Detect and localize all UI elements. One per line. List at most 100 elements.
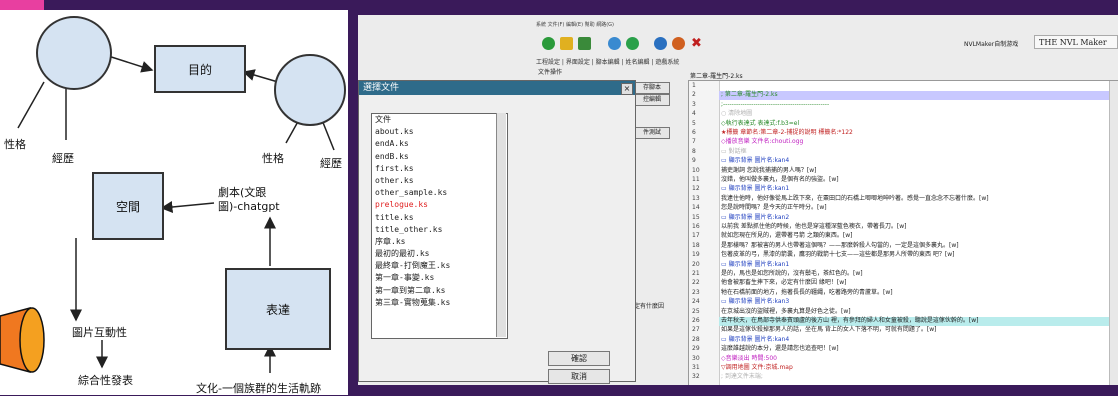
script-line[interactable]: ★標籤 章節名:第二章-2-捕捉的說明 標籤名:*122 [721, 128, 853, 137]
script-line[interactable]: ▭ 顯示背景 圖片名:kan1 [721, 260, 789, 269]
close-icon[interactable]: × [621, 83, 633, 95]
line-number: 14 [692, 204, 700, 212]
file-item[interactable]: other_sample.ks [372, 187, 507, 199]
line-number: 8 [692, 147, 696, 155]
file-test-button[interactable]: 件測試 [634, 127, 670, 139]
compile-icon[interactable] [608, 37, 621, 50]
line-number: 12 [692, 185, 700, 193]
script-line[interactable]: 我逮住他時，他好像從馬上跌下來，在粟田口的石橋上唧唧地呻吟著。感覺一直念念不忘著… [721, 194, 989, 203]
script-line[interactable]: 是的，馬也是如您所說的，沒有鬃毛，茶紅色的。[w] [721, 269, 863, 278]
file-item[interactable]: other.ks [372, 175, 507, 187]
run-icon[interactable] [626, 37, 639, 50]
file-item[interactable]: 第一章-事變.ks [372, 272, 507, 284]
script-line[interactable]: 在京城出沒的盜賊裡，多襄丸算是好色之徒。[w] [721, 307, 851, 316]
concept-diagram: 目的 空間 表達 性格 經歷 性格 經歷 劇本(文跟 圖)-chatgpt 圖片… [0, 10, 348, 395]
arrow-script-to-space [160, 201, 215, 213]
play-icon[interactable] [542, 37, 555, 50]
save-script-button[interactable]: 存腳本 [634, 82, 670, 94]
file-item[interactable]: 最終章-打倒魔王.ks [372, 260, 507, 272]
script-line[interactable]: 如果是這傢伙殺掉那男人的話，坐在馬 背上的女人下落不明，可就有問題了。[w] [721, 325, 937, 334]
pink-tab-marker [0, 0, 44, 10]
line-number: 5 [692, 119, 696, 127]
cancel-button[interactable]: 取消 [548, 369, 610, 384]
file-item[interactable]: about.ks [372, 126, 507, 138]
line-number: 4 [692, 110, 696, 118]
script-line[interactable]: 以前我 差點抓住他的時候，他也是穿這種深藍色襖衣，帶著長刀。[w] [721, 222, 907, 231]
line-number: 21 [692, 270, 700, 277]
script-line[interactable]: ▽調用地圖 文件:京城.map [721, 363, 793, 372]
line-number: 13 [692, 194, 700, 202]
line-number: 17 [692, 232, 700, 240]
node-space: 空間 [92, 172, 164, 240]
orange-cylinder-shape [0, 307, 45, 373]
file-item[interactable]: title.ks [372, 212, 507, 224]
script-line[interactable]: ▭ 對話框 [721, 147, 747, 156]
line-number: 23 [692, 288, 700, 296]
script-line[interactable]: 這麼誰越說的本分，還是請您也追查吧！[w] [721, 344, 839, 353]
script-line[interactable]: ; 第二章-羅生門-2.ks [721, 90, 778, 99]
file-list-header: 文件 [375, 115, 391, 124]
script-line[interactable]: 捕吏謝詞 您說我捕捕的男人嗎？[w] [721, 166, 817, 175]
label-personality-right: 性格 [262, 152, 284, 165]
script-line[interactable]: 您是說時間嗎？是今天的正午時分。[w] [721, 203, 827, 212]
file-item[interactable]: 序章.ks [372, 236, 507, 248]
script-line[interactable]: ▭ 顯示背景 圖片名:kan3 [721, 297, 789, 306]
script-line[interactable]: 去年秋天，在鳥部寺供奉賓頭盧的後方山 裡，有參拜的婦人和女童被殺，聽說是這傢伙幹… [721, 316, 979, 325]
confirm-button[interactable]: 確認 [548, 351, 610, 366]
file-list-scrollbar[interactable] [496, 113, 506, 337]
line-number: 27 [692, 326, 700, 334]
script-line[interactable]: 沒錯，他叫做多襄丸，是個有名的強盜。[w] [721, 175, 839, 184]
arrow-right-circle-to-goal [242, 69, 279, 83]
file-items: about.ks endA.ks endB.ks first.ks other.ks ot… [372, 126, 507, 309]
node-goal: 目的 [154, 45, 246, 93]
file-item[interactable]: 最初的最初.ks [372, 248, 507, 260]
line-number: 28 [692, 335, 700, 343]
line-number: 32 [692, 373, 700, 381]
script-line[interactable]: ▭ 顯示背景 圖片名:kan4 [721, 156, 789, 165]
script-line[interactable]: ○ 清除地圖 [721, 109, 752, 118]
script-line[interactable]: ; 到達文件末端; [721, 372, 763, 381]
circle-node-right [274, 54, 346, 126]
close-x-icon[interactable]: ✖ [690, 37, 703, 50]
script-line[interactable]: 他會被那畜生摔下來，必定有什麼因 緣吧！[w] [721, 278, 847, 287]
file-item[interactable]: 第一章到第二章.ks [372, 285, 507, 297]
script-editor[interactable]: 1 2; 第二章-羅生門-2.ks 3 ;----------------------… [688, 80, 1118, 385]
file-item[interactable]: endA.ks [372, 138, 507, 150]
side-text: 定有什麼因 [634, 303, 665, 310]
script-line[interactable]: 牠在石橋前面的地方，拖著長長的韁繩，吃著路旁的青蘆草。[w] [721, 288, 893, 297]
circle-node-left [36, 16, 112, 90]
web-icon[interactable] [672, 37, 685, 50]
file-item[interactable]: prelogue.ks [372, 199, 507, 211]
file-item[interactable]: endB.ks [372, 151, 507, 163]
control-edit-button[interactable]: 控編輯 [634, 94, 670, 106]
script-line[interactable]: ▭ 顯示背景 圖片名:kan4 [721, 335, 789, 344]
brand-label: NVLMaker自制游戏 [964, 41, 1019, 48]
file-item[interactable]: 第三章-實物蒐集.ks [372, 297, 507, 309]
label-experience-left: 經歷 [52, 152, 74, 165]
info-icon[interactable] [654, 37, 667, 50]
script-line[interactable]: 包著皮革的弓，黑漆的箭囊，鷹羽的戰箭十七支——這些都是那男人所帶的東西 吧？[w… [721, 250, 955, 259]
editor-scrollbar[interactable] [1109, 81, 1118, 385]
main-tabs[interactable]: 工程設定 | 界面設定 | 腳本編輯 | 姓名編輯 | 遊戲系統 [536, 57, 679, 66]
line-experience-right [321, 119, 335, 151]
editor-tab[interactable]: 第二章-羅生門-2.ks [690, 71, 743, 80]
script-line[interactable]: 就如您現在所見的，還帶著弓箭 之類的東西。[w] [721, 231, 853, 240]
folder-icon[interactable] [560, 37, 573, 50]
script-line[interactable]: ◇音樂淡出 時間:500 [721, 354, 777, 363]
line-number: 29 [692, 345, 700, 353]
menu-bar[interactable]: 系統 文件(F) 編輯(E) 幫助 網路(G) [536, 21, 614, 28]
file-item[interactable]: first.ks [372, 163, 507, 175]
label-experience-right: 經歷 [320, 157, 342, 170]
script-line[interactable]: ;---------------------------------------… [721, 100, 829, 109]
file-item[interactable]: title_other.ks [372, 224, 507, 236]
line-number: 11 [692, 176, 700, 183]
script-line[interactable]: ◇執行表達式 表達式:f.b3=el [721, 119, 799, 128]
script-line[interactable]: 是那樣嗎？那被害的男人也帶著這個嗎？——那麼幹殺人勾當的，一定是這個多襄丸。[w… [721, 241, 959, 250]
file-list[interactable]: 文件 about.ks endA.ks endB.ks first.ks other.k… [371, 113, 508, 339]
line-number: 15 [692, 213, 700, 221]
save-icon[interactable] [578, 37, 591, 50]
script-line[interactable]: ▭ 顯示背景 圖片名:kan2 [721, 213, 789, 222]
script-line[interactable]: ◇播放音樂 文件名:chouti.ogg [721, 137, 803, 146]
line-number: 20 [692, 260, 700, 268]
script-line[interactable]: ▭ 顯示背景 圖片名:kan1 [721, 184, 789, 193]
